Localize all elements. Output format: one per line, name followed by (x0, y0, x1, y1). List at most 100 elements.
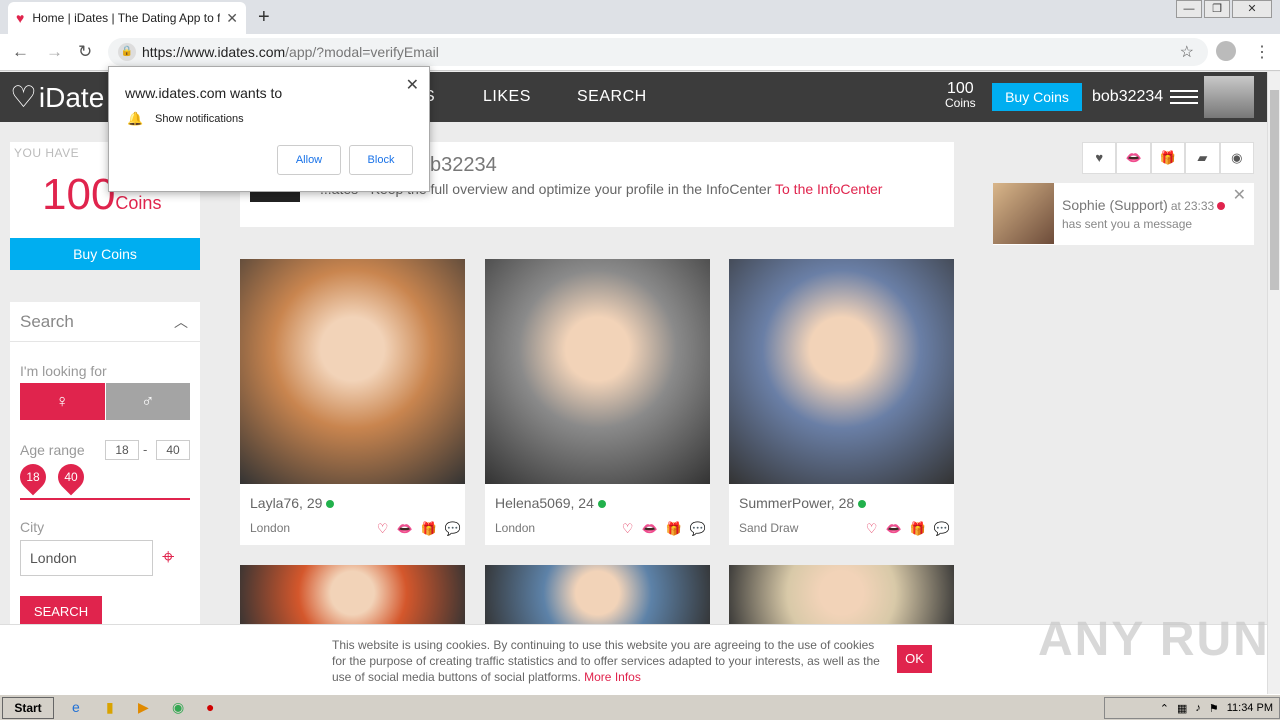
sidebar-buy-coins-button[interactable]: Buy Coins (10, 238, 200, 270)
warning-app-icon[interactable]: ● (206, 699, 214, 715)
kisses-icon[interactable]: 👄 (1116, 142, 1151, 174)
messages-icon[interactable]: ▰ (1185, 142, 1220, 174)
nav-search[interactable]: SEARCH (577, 88, 647, 106)
online-indicator (858, 500, 867, 508)
gift-icon[interactable]: 🎁 (666, 521, 682, 537)
chat-icon[interactable]: 💬 (690, 521, 706, 537)
bookmark-star-icon[interactable]: ☆ (1180, 42, 1194, 62)
site-logo[interactable]: ♡ iDate (10, 80, 104, 115)
lock-icon[interactable]: 🔒 (118, 43, 136, 61)
logo-text: iDate (38, 81, 105, 113)
search-panel-header[interactable]: Search ︿ (10, 302, 200, 342)
profile-card[interactable]: SummerPower, 28 Sand Draw ♡ 👄 🎁 💬 (729, 259, 954, 545)
age-slider-track[interactable] (20, 498, 190, 500)
you-have-label: YOU HAVE (14, 146, 80, 160)
kiss-icon[interactable]: 👄 (885, 521, 901, 537)
address-bar[interactable]: 🔒 https://www.idates.com/app/?modal=veri… (108, 38, 1208, 66)
profile-name[interactable]: Layla76, 29 (250, 495, 335, 511)
restore-icon[interactable]: ❐ (1204, 0, 1230, 18)
profile-card[interactable]: Helena5069, 24 London ♡ 👄 🎁 💬 (485, 259, 710, 545)
profile-card[interactable]: Layla76, 29 London ♡ 👄 🎁 💬 (240, 259, 465, 545)
welcome-greeting: b32234 (430, 154, 497, 176)
chevron-up-icon[interactable]: ︿ (174, 312, 188, 332)
activity-icon-bar: ♥ 👄 🎁 ▰ ◉ (1082, 142, 1255, 174)
cookie-ok-button[interactable]: OK (897, 645, 932, 673)
ie-icon[interactable]: e (72, 699, 80, 715)
popup-close-icon[interactable]: ✕ (406, 75, 419, 95)
popup-subtitle: Show notifications (155, 113, 244, 125)
female-icon: ♀ (55, 391, 70, 411)
city-input[interactable]: London (20, 540, 153, 576)
notification-close-icon[interactable]: ✕ (1233, 185, 1246, 205)
flag-icon[interactable]: ⚑ (1209, 702, 1219, 715)
gifts-icon[interactable]: 🎁 (1150, 142, 1186, 174)
hamburger-menu-icon[interactable] (1170, 90, 1198, 108)
search-panel: Search ︿ I'm looking for ♀ ♂ Age range 1… (10, 302, 200, 632)
profile-city: Sand Draw (739, 521, 799, 535)
watermark: ANY RUN (1038, 613, 1270, 666)
profile-actions: ♡ 👄 🎁 💬 (377, 521, 461, 537)
location-pin-icon[interactable]: ⌖ (162, 544, 174, 570)
message-notification[interactable]: Sophie (Support) at 23:33 has sent you a … (993, 183, 1254, 245)
age-min-input[interactable]: 18 (105, 440, 139, 460)
notification-permission-popup: www.idates.com wants to ✕ 🔔 Show notific… (108, 66, 430, 192)
more-infos-link[interactable]: More Infos (584, 670, 641, 684)
window-controls: — ❐ ✕ (1176, 0, 1272, 18)
tab-close-icon[interactable]: ✕ (226, 10, 238, 27)
profile-name[interactable]: Helena5069, 24 (495, 495, 606, 511)
profile-name[interactable]: SummerPower, 28 (739, 495, 867, 511)
browser-profile-icon[interactable] (1216, 41, 1236, 61)
browser-tab[interactable]: ♥ Home | iDates | The Dating App to fli … (8, 2, 246, 34)
block-button[interactable]: Block (349, 145, 413, 175)
os-taskbar: Start e ▮ ▶ ◉ ● ⌃ ▦ ♪ ⚑ 11:34 PM (0, 694, 1280, 720)
browser-menu-icon[interactable]: ⋮ (1254, 42, 1270, 62)
profile-photo[interactable] (729, 259, 954, 484)
back-arrow-icon[interactable]: ← (12, 42, 29, 62)
header-username[interactable]: bob32234 (1092, 88, 1163, 106)
female-toggle[interactable]: ♀ (20, 383, 105, 420)
gender-selector: ♀ ♂ (20, 383, 190, 420)
header-coins: 100 Coins (945, 81, 976, 111)
heart-icon[interactable]: ♡ (622, 521, 634, 537)
chat-icon[interactable]: 💬 (445, 521, 461, 537)
window-close-icon[interactable]: ✕ (1232, 0, 1272, 18)
folder-icon[interactable]: ▮ (106, 699, 114, 716)
volume-icon[interactable]: ♪ (1195, 702, 1201, 714)
page-scrollbar[interactable] (1267, 72, 1280, 694)
kiss-icon[interactable]: 👄 (396, 521, 412, 537)
start-button[interactable]: Start (2, 697, 54, 719)
profile-photo[interactable] (485, 259, 710, 484)
heart-icon[interactable]: ♡ (866, 521, 878, 537)
age-max-input[interactable]: 40 (156, 440, 190, 460)
gift-icon[interactable]: 🎁 (910, 521, 926, 537)
likes-heart-icon[interactable]: ♥ (1082, 142, 1117, 174)
user-avatar[interactable] (1204, 76, 1254, 118)
infocenter-link[interactable]: To the InfoCenter (775, 181, 882, 197)
forward-arrow-icon[interactable]: → (46, 42, 63, 62)
visitors-eye-icon[interactable]: ◉ (1219, 142, 1255, 174)
tray-chevron-icon[interactable]: ⌃ (1160, 702, 1169, 715)
scrollbar-thumb[interactable] (1270, 90, 1279, 290)
nav-likes[interactable]: LIKES (483, 88, 531, 106)
chrome-icon[interactable]: ◉ (172, 699, 184, 716)
header-buy-coins-button[interactable]: Buy Coins (992, 83, 1082, 111)
profile-actions: ♡ 👄 🎁 💬 (622, 521, 706, 537)
reload-icon[interactable]: ↻ (78, 42, 92, 62)
minimize-icon[interactable]: — (1176, 0, 1202, 18)
clock[interactable]: 11:34 PM (1227, 702, 1273, 714)
age-max-handle[interactable]: 40 (52, 458, 90, 496)
network-icon[interactable]: ▦ (1177, 702, 1187, 715)
age-min-handle[interactable]: 18 (14, 458, 52, 496)
looking-for-label: I'm looking for (20, 363, 107, 379)
media-player-icon[interactable]: ▶ (138, 699, 149, 716)
kiss-icon[interactable]: 👄 (641, 521, 657, 537)
new-tab-icon[interactable]: + (258, 6, 270, 29)
allow-button[interactable]: Allow (277, 145, 341, 175)
tab-title: Home | iDates | The Dating App to fli (32, 11, 221, 25)
heart-icon[interactable]: ♡ (377, 521, 389, 537)
url-text: https://www.idates.com/app/?modal=verify… (142, 44, 439, 60)
male-toggle[interactable]: ♂ (104, 383, 190, 420)
chat-icon[interactable]: 💬 (934, 521, 950, 537)
profile-photo[interactable] (240, 259, 465, 484)
gift-icon[interactable]: 🎁 (421, 521, 437, 537)
